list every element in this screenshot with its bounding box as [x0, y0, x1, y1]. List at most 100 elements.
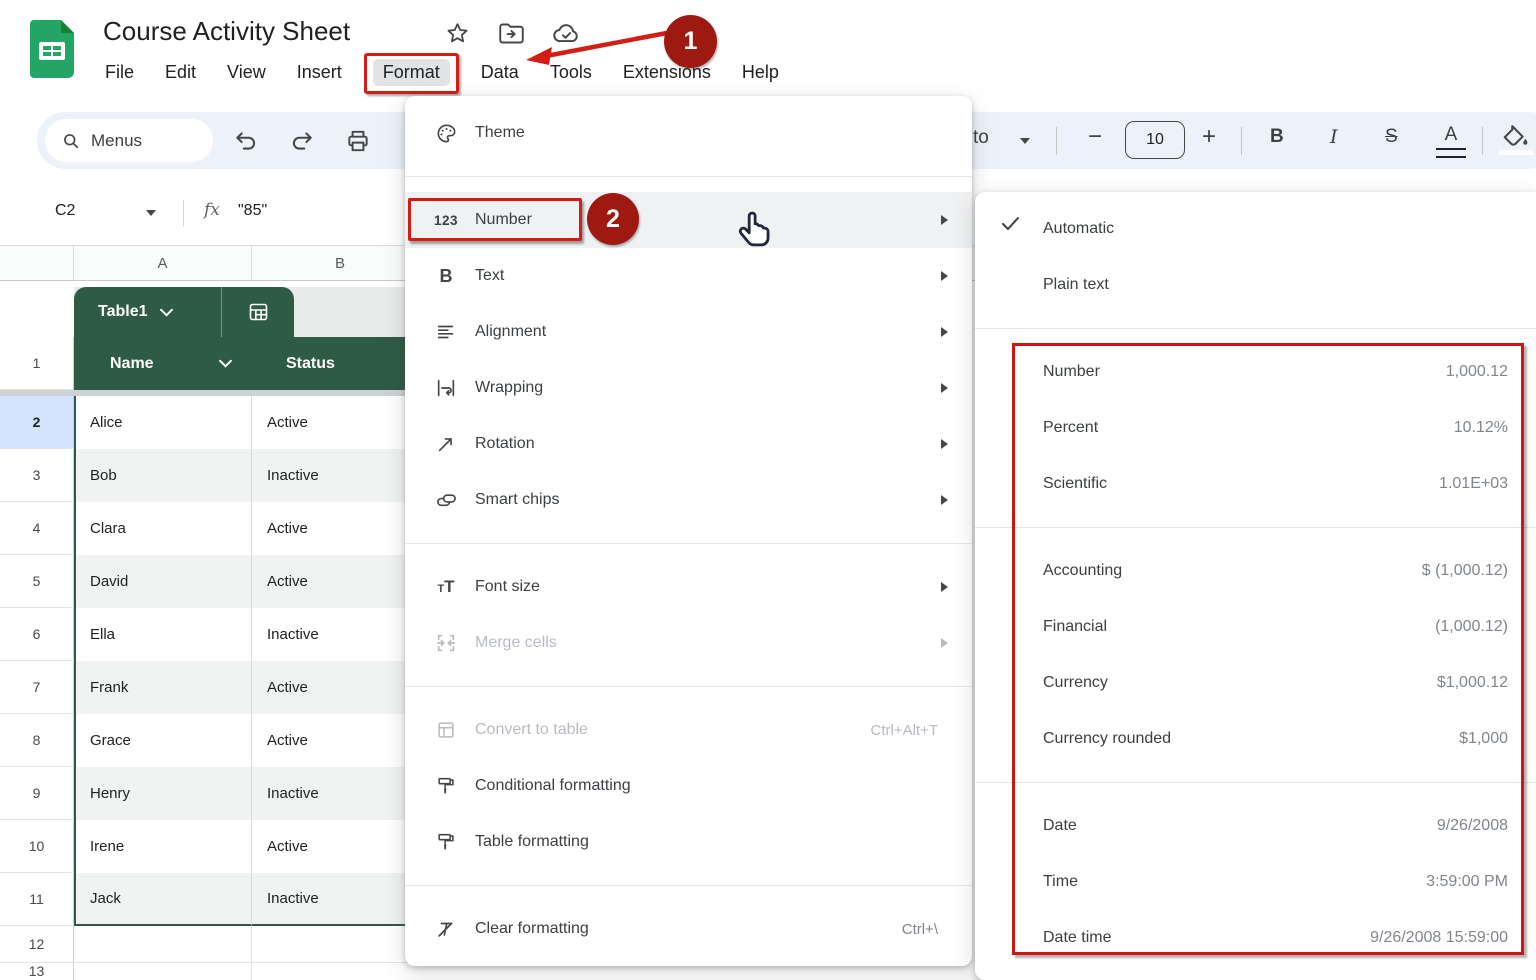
text-color-button[interactable]: A: [1436, 124, 1466, 158]
menu-item-convert-to-table[interactable]: Convert to table Ctrl+Alt+T: [405, 702, 972, 758]
cell-status[interactable]: Inactive: [252, 873, 429, 926]
redo-button[interactable]: [289, 128, 315, 154]
font-size-input[interactable]: 10: [1125, 121, 1185, 159]
strikethrough-button[interactable]: S: [1385, 126, 1398, 148]
sheets-logo-icon[interactable]: [30, 20, 74, 78]
column-header-b[interactable]: B: [252, 246, 429, 280]
table-column-name[interactable]: Name: [74, 337, 252, 390]
print-button[interactable]: [345, 128, 371, 154]
name-box-caret-icon[interactable]: [146, 210, 156, 216]
menu-view[interactable]: View: [225, 60, 268, 85]
submenu-item-date-time[interactable]: Date time 9/26/2008 15:59:00: [975, 910, 1536, 966]
table-chip[interactable]: Table1: [74, 287, 294, 337]
row-header-9[interactable]: 9: [0, 767, 74, 820]
row-header-10[interactable]: 10: [0, 820, 74, 873]
cell-status[interactable]: Active: [252, 555, 429, 608]
submenu-item-number[interactable]: Number 1,000.12: [975, 344, 1536, 400]
formula-input[interactable]: "85": [238, 202, 267, 220]
cell-status[interactable]: Active: [252, 502, 429, 555]
italic-button[interactable]: I: [1330, 126, 1338, 148]
submenu-item-financial[interactable]: Financial (1,000.12): [975, 599, 1536, 655]
table-row[interactable]: 3 Bob Inactive: [0, 449, 429, 502]
cell-name[interactable]: Ella: [74, 608, 252, 661]
cell-status[interactable]: Active: [252, 396, 429, 449]
cell-name[interactable]: Bob: [74, 449, 252, 502]
empty-cell[interactable]: [74, 926, 252, 963]
row-header-13[interactable]: 13: [0, 963, 74, 980]
cell-name[interactable]: Irene: [74, 820, 252, 873]
table-row[interactable]: 9 Henry Inactive: [0, 767, 429, 820]
name-box[interactable]: C2: [55, 202, 75, 220]
row-header-7[interactable]: 7: [0, 661, 74, 714]
font-family-select[interactable]: to: [973, 127, 989, 149]
cell-name[interactable]: Henry: [74, 767, 252, 820]
cell-name[interactable]: Grace: [74, 714, 252, 767]
column-header-a[interactable]: A: [74, 246, 252, 280]
cell-name[interactable]: Frank: [74, 661, 252, 714]
empty-cell[interactable]: [252, 963, 429, 980]
table-row[interactable]: 6 Ella Inactive: [0, 608, 429, 661]
menu-data[interactable]: Data: [479, 60, 521, 85]
row-header-11[interactable]: 11: [0, 873, 74, 926]
row-header-4[interactable]: 4: [0, 502, 74, 555]
table-row[interactable]: 5 David Active: [0, 555, 429, 608]
row-header-3[interactable]: 3: [0, 449, 74, 502]
menu-insert[interactable]: Insert: [295, 60, 344, 85]
submenu-item-date[interactable]: Date 9/26/2008: [975, 798, 1536, 854]
menu-item-wrapping[interactable]: Wrapping: [405, 360, 972, 416]
menu-edit[interactable]: Edit: [163, 60, 198, 85]
cell-status[interactable]: Inactive: [252, 767, 429, 820]
menu-item-rotation[interactable]: Rotation: [405, 416, 972, 472]
increase-font-size-button[interactable]: +: [1202, 123, 1216, 151]
search-menus-button[interactable]: Menus: [45, 119, 213, 162]
menu-item-alignment[interactable]: Alignment: [405, 304, 972, 360]
table-row[interactable]: 4 Clara Active: [0, 502, 429, 555]
cell-status[interactable]: Active: [252, 820, 429, 873]
star-button[interactable]: [445, 21, 470, 46]
submenu-item-plain-text[interactable]: Plain text: [975, 257, 1536, 313]
menu-item-font-size[interactable]: TT Font size: [405, 559, 972, 615]
menu-item-table-formatting[interactable]: Table formatting: [405, 814, 972, 870]
cell-name[interactable]: Jack: [74, 873, 252, 926]
cell-status[interactable]: Active: [252, 714, 429, 767]
table-column-status[interactable]: Status: [252, 337, 429, 390]
row-header-6[interactable]: 6: [0, 608, 74, 661]
row-header-5[interactable]: 5: [0, 555, 74, 608]
submenu-item-accounting[interactable]: Accounting $ (1,000.12): [975, 543, 1536, 599]
menu-item-theme[interactable]: Theme: [405, 105, 972, 161]
table-row[interactable]: 10 Irene Active: [0, 820, 429, 873]
table-name-dropdown[interactable]: Table1: [74, 287, 222, 337]
bold-button[interactable]: B: [1270, 126, 1284, 148]
undo-button[interactable]: [233, 128, 259, 154]
cell-name[interactable]: Alice: [74, 396, 252, 449]
table-row[interactable]: 8 Grace Active: [0, 714, 429, 767]
table-row[interactable]: 2 Alice Active: [0, 396, 429, 449]
menu-item-text[interactable]: B Text: [405, 248, 972, 304]
menu-item-conditional-formatting[interactable]: Conditional formatting: [405, 758, 972, 814]
row-header-12[interactable]: 12: [0, 926, 74, 963]
row-header-8[interactable]: 8: [0, 714, 74, 767]
submenu-item-currency-rounded[interactable]: Currency rounded $1,000: [975, 711, 1536, 767]
menu-item-merge-cells[interactable]: Merge cells: [405, 615, 972, 671]
cell-name[interactable]: Clara: [74, 502, 252, 555]
document-title[interactable]: Course Activity Sheet: [103, 16, 350, 47]
cell-name[interactable]: David: [74, 555, 252, 608]
empty-cell[interactable]: [74, 963, 252, 980]
menu-file[interactable]: File: [103, 60, 136, 85]
submenu-item-time[interactable]: Time 3:59:00 PM: [975, 854, 1536, 910]
row-header-1[interactable]: 1: [0, 337, 74, 390]
submenu-item-currency[interactable]: Currency $1,000.12: [975, 655, 1536, 711]
menu-item-clear-formatting[interactable]: Clear formatting Ctrl+\: [405, 901, 972, 957]
corner-cell[interactable]: [0, 246, 74, 280]
submenu-item-scientific[interactable]: Scientific 1.01E+03: [975, 456, 1536, 512]
font-family-caret-icon[interactable]: [1020, 138, 1030, 144]
cell-status[interactable]: Inactive: [252, 608, 429, 661]
menu-format[interactable]: Format: [371, 57, 452, 88]
table-options-button[interactable]: [222, 287, 294, 337]
cell-status[interactable]: Active: [252, 661, 429, 714]
row-header-2[interactable]: 2: [0, 396, 74, 449]
table-row[interactable]: 7 Frank Active: [0, 661, 429, 714]
chevron-down-icon[interactable]: [219, 359, 232, 368]
submenu-item-percent[interactable]: Percent 10.12%: [975, 400, 1536, 456]
table-row[interactable]: 11 Jack Inactive: [0, 873, 429, 926]
